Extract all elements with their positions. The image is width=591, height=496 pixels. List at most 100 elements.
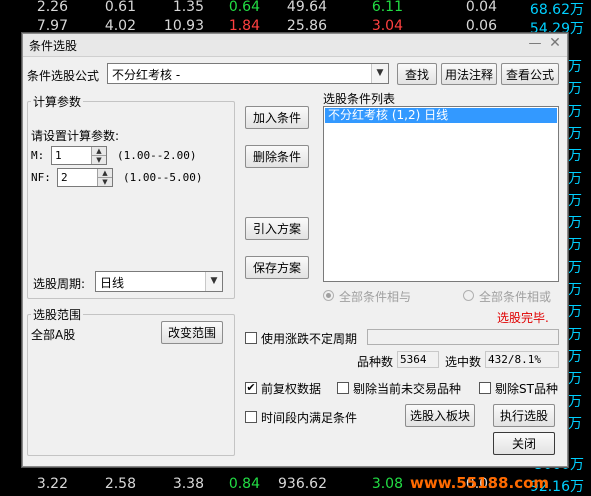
- unit-label: 万: [568, 170, 582, 187]
- nf-stepper[interactable]: 2 ▲ ▼: [57, 168, 113, 187]
- unit-label: 万: [568, 237, 582, 254]
- status-text: 选股完毕.: [497, 311, 549, 325]
- params-group-label: 计算参数: [31, 93, 84, 110]
- unit-label: 万: [568, 81, 582, 98]
- formula-select[interactable]: 不分红考核 - ▼: [107, 63, 389, 84]
- selected-label: 选中数: [445, 355, 482, 369]
- nf-value: 2: [61, 171, 68, 184]
- import-plan-button[interactable]: 引入方案: [245, 217, 309, 240]
- find-button[interactable]: 查找: [397, 63, 437, 85]
- formula-label: 条件选股公式: [27, 69, 100, 83]
- background-cell: 0.04: [465, 0, 497, 15]
- background-cell: 0.84: [228, 476, 260, 492]
- range-group-label: 选股范围: [31, 306, 84, 323]
- m-spin[interactable]: ▲ ▼: [91, 147, 106, 164]
- nf-range: (1.00--5.00): [123, 171, 203, 184]
- execute-selection-button[interactable]: 执行选股: [493, 404, 555, 427]
- remove-st-label: 剔除ST品种: [495, 382, 558, 396]
- unit-label: 万: [568, 103, 582, 120]
- add-condition-button[interactable]: 加入条件: [245, 106, 309, 129]
- time-range-checkbox[interactable]: [245, 411, 257, 423]
- chevron-down-icon[interactable]: ▼: [371, 64, 388, 83]
- forward-adjusted-checkbox[interactable]: ✔: [245, 382, 257, 394]
- close-button[interactable]: 关闭: [493, 432, 555, 455]
- unit-label: 万: [568, 282, 582, 298]
- spin-up-icon[interactable]: ▲: [98, 169, 112, 178]
- selected-box: 432/8.1%: [485, 351, 559, 368]
- background-cell: 2.58: [104, 476, 136, 492]
- add-to-block-button[interactable]: 选股入板块: [405, 404, 475, 427]
- unit-label: 万: [568, 371, 582, 388]
- background-cell: 1.84: [228, 18, 260, 34]
- dialog-title: 条件选股: [29, 39, 78, 53]
- remove-untraded-checkbox[interactable]: [337, 382, 349, 394]
- unit-label: 万: [568, 326, 582, 343]
- condition-list-label: 选股条件列表: [323, 92, 396, 106]
- selected-value: 432/8.1%: [488, 353, 541, 366]
- unit-label: 万: [568, 215, 582, 232]
- background-cell: 4.02: [104, 18, 136, 34]
- unit-label: 万: [568, 348, 582, 365]
- radio-all-and-label: 全部条件相与: [339, 290, 412, 304]
- condition-stock-selection-dialog: 条件选股 — ✕ 条件选股公式 不分红考核 - ▼ 查找 用法注释 查看公式 计…: [22, 33, 568, 467]
- watermark: www.55188.com: [410, 474, 550, 492]
- remove-st-checkbox[interactable]: [479, 382, 491, 394]
- unit-label: 万: [568, 192, 582, 209]
- period-label: 选股周期:: [33, 277, 86, 291]
- unit-label: 万: [568, 125, 582, 142]
- unit-label: 万: [568, 393, 582, 410]
- uncertain-period-checkbox[interactable]: [245, 332, 257, 344]
- radio-all-or[interactable]: [463, 290, 474, 301]
- time-range-label: 时间段内满足条件: [261, 411, 358, 425]
- spin-down-icon[interactable]: ▼: [92, 156, 106, 165]
- forward-adjusted-label: 前复权数据: [261, 382, 322, 396]
- unit-label: 万: [568, 259, 582, 276]
- nf-spin[interactable]: ▲ ▼: [97, 169, 112, 186]
- background-cell: 3.38: [172, 476, 204, 492]
- background-cell: 3.22: [36, 476, 68, 492]
- background-cell: 25.86: [286, 18, 327, 34]
- condition-list-item[interactable]: 不分红考核 (1,2) 日线: [325, 108, 557, 123]
- change-range-button[interactable]: 改变范围: [161, 321, 223, 344]
- background-cell: 0.06: [465, 18, 497, 34]
- background-cell: 2.26: [36, 0, 68, 15]
- delete-condition-button[interactable]: 删除条件: [245, 145, 309, 168]
- background-cell: 7.97: [36, 18, 68, 34]
- background-cell: 936.62: [278, 476, 327, 492]
- background-cell: 10.93: [163, 18, 204, 34]
- unit-label: 万: [568, 415, 582, 432]
- m-label: M:: [31, 149, 45, 162]
- unit-label: 万: [568, 59, 582, 75]
- condition-list[interactable]: 不分红考核 (1,2) 日线: [323, 106, 559, 282]
- m-stepper[interactable]: 1 ▲ ▼: [51, 146, 107, 165]
- radio-all-and[interactable]: [323, 290, 334, 301]
- remove-untraded-label: 剔除当前未交易品种: [353, 382, 462, 396]
- background-cell: 49.64: [286, 0, 327, 15]
- m-range: (1.00--2.00): [117, 149, 197, 162]
- close-icon[interactable]: ✕: [547, 35, 563, 51]
- radio-all-or-label: 全部条件相或: [479, 290, 552, 304]
- params-prompt: 请设置计算参数:: [31, 129, 120, 143]
- background-cell: 3.04: [371, 18, 403, 34]
- background-cell: 0.61: [104, 0, 136, 15]
- period-select-value: 日线: [100, 276, 125, 290]
- unit-label: 万: [568, 304, 582, 321]
- count-value: 5364: [400, 353, 427, 366]
- usage-notes-button[interactable]: 用法注释: [441, 63, 497, 85]
- unit-label: 万: [568, 148, 582, 165]
- save-plan-button[interactable]: 保存方案: [245, 256, 309, 279]
- view-formula-button[interactable]: 查看公式: [501, 63, 559, 85]
- period-select[interactable]: 日线 ▼: [95, 271, 223, 292]
- nf-label: NF:: [31, 171, 51, 184]
- spin-up-icon[interactable]: ▲: [92, 147, 106, 156]
- uncertain-period-label: 使用涨跌不定周期: [261, 332, 358, 346]
- background-cell: 0.64: [228, 0, 260, 15]
- background-cell: 3.08: [371, 476, 403, 492]
- background-cell: 6.11: [371, 0, 403, 15]
- range-value: 全部A股: [31, 328, 76, 342]
- minimize-icon[interactable]: —: [527, 36, 543, 52]
- spin-down-icon[interactable]: ▼: [98, 178, 112, 187]
- chevron-down-icon[interactable]: ▼: [205, 272, 222, 291]
- dialog-titlebar[interactable]: 条件选股 — ✕: [23, 34, 567, 57]
- m-value: 1: [55, 149, 62, 162]
